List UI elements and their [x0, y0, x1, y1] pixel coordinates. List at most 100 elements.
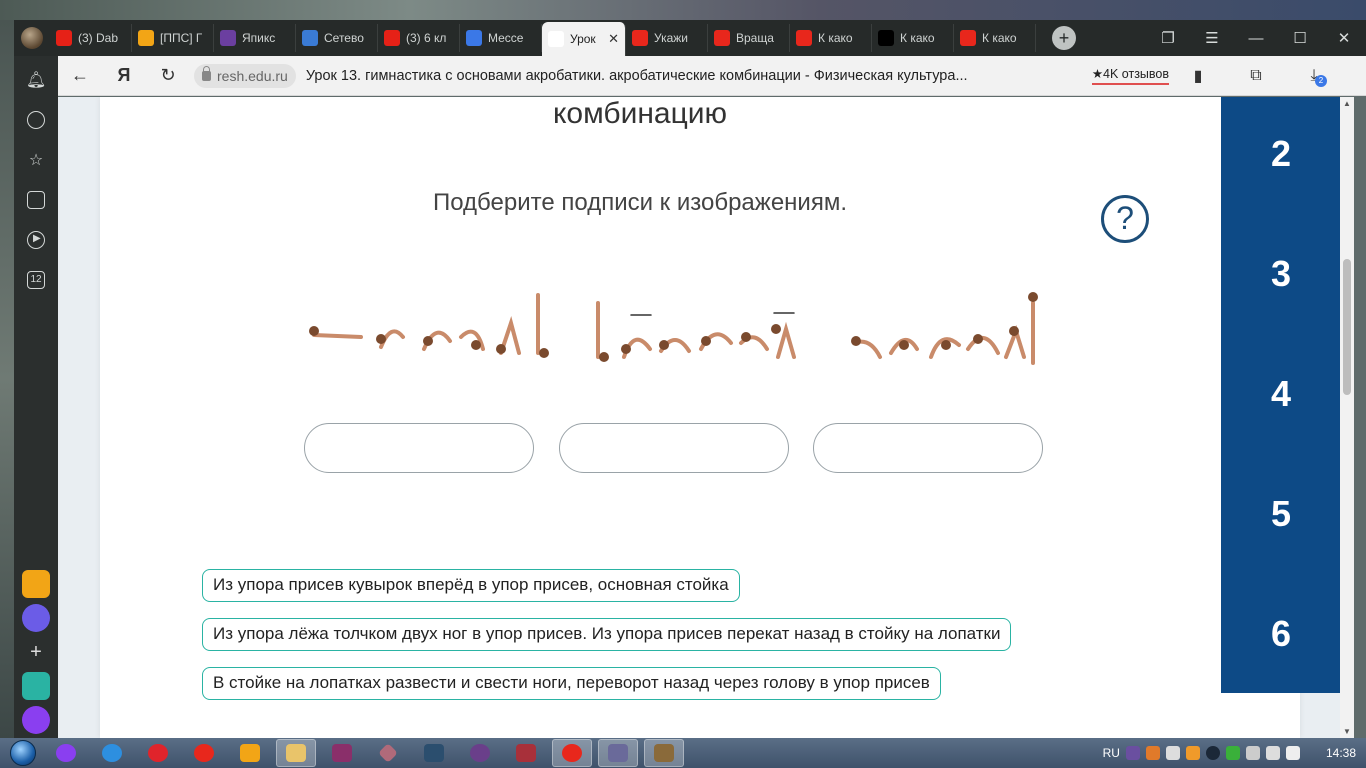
answer-chip[interactable]: Из упора лёжа толчком двух ног в упор пр… — [202, 618, 1012, 651]
history-icon[interactable] — [14, 100, 58, 140]
browser-tab[interactable]: Враща — [708, 24, 790, 52]
yandex-taskbar-icon[interactable] — [184, 739, 224, 767]
site-info-button[interactable]: resh.edu.ru — [194, 63, 296, 88]
answer-chip[interactable]: В стойке на лопатках развести и свести н… — [202, 667, 941, 700]
collections-icon[interactable]: ⧉ — [1227, 67, 1285, 85]
clock[interactable]: 14:38 — [1326, 746, 1356, 760]
browser-tab[interactable]: Укажи — [626, 24, 708, 52]
add-app-icon[interactable]: + — [22, 638, 50, 666]
help-button[interactable]: ? — [1101, 195, 1149, 243]
bookmark-icon[interactable]: ▮ — [1169, 66, 1227, 86]
action-center-icon[interactable] — [1285, 746, 1300, 760]
notifications-icon[interactable]: 🔔︎ — [14, 60, 58, 100]
browser-tab[interactable]: Сетево — [296, 24, 378, 52]
start-button[interactable] — [0, 738, 46, 768]
sequence-1 — [309, 293, 549, 358]
battery-icon[interactable] — [1245, 746, 1260, 760]
menu-icon[interactable]: ☰ — [1190, 29, 1234, 47]
system-tray: RU 14:38 — [1103, 746, 1366, 760]
collections-sidebar-icon[interactable] — [14, 180, 58, 220]
winrar-icon[interactable] — [322, 739, 362, 767]
game-launcher-icon[interactable] — [598, 739, 638, 767]
windows-logo-icon — [10, 740, 36, 766]
messenger-app-icon[interactable] — [22, 604, 50, 632]
task-number-3[interactable]: 3 — [1221, 253, 1341, 295]
page-title: Урок 13. гимнастика с основами акробатик… — [305, 67, 968, 84]
drop-zone-3[interactable] — [813, 423, 1043, 473]
drop-zone-2[interactable] — [559, 423, 789, 473]
language-indicator[interactable]: RU — [1103, 746, 1120, 760]
browser-tab[interactable]: К како — [872, 24, 954, 52]
tray-app-icon[interactable] — [1125, 746, 1140, 760]
maximize-button[interactable]: ☐ — [1278, 29, 1322, 47]
downloads-button[interactable]: ⤓ 2 — [1285, 67, 1343, 87]
tab-label: К како — [982, 31, 1017, 45]
answer-chip[interactable]: Из упора присев кувырок вперёд в упор пр… — [202, 569, 740, 602]
page-scrollbar[interactable]: ▲ ▼ — [1340, 97, 1354, 738]
reviews-badge[interactable]: ★4K отзывов — [1091, 66, 1170, 85]
archive-icon[interactable] — [506, 739, 546, 767]
minimize-button[interactable]: — — [1234, 30, 1278, 47]
tray-orange-icon[interactable] — [1185, 746, 1200, 760]
task-number-5[interactable]: 5 — [1221, 493, 1341, 535]
alice-app-icon[interactable] — [22, 706, 50, 734]
browser-tab[interactable]: Япикс — [214, 24, 296, 52]
sequence-3 — [851, 292, 1038, 365]
close-window-button[interactable]: ✕ — [1322, 29, 1366, 47]
signal-icon[interactable] — [1265, 746, 1280, 760]
favorites-icon[interactable]: ☆ — [14, 140, 58, 180]
tray-fire-icon[interactable] — [1145, 746, 1160, 760]
messenger-icon — [466, 30, 482, 46]
browser-tab[interactable]: (3) 6 кл — [378, 24, 460, 52]
drop-zone-1[interactable] — [304, 423, 534, 473]
bookmarks-icon[interactable]: ❐ — [1146, 29, 1190, 47]
steam-icon[interactable] — [1205, 746, 1220, 760]
media-player-icon[interactable] — [230, 739, 270, 767]
yandex-browser-taskbar-icon[interactable] — [552, 739, 592, 767]
scrollbar-thumb[interactable] — [1343, 259, 1351, 395]
browser-tab[interactable]: [ППС] Г — [132, 24, 214, 52]
downloads-badge: 2 — [1315, 74, 1328, 87]
yandex-home-icon[interactable]: Я — [102, 65, 146, 86]
desktop-background — [0, 0, 1366, 20]
desktop-background-left — [0, 20, 14, 738]
browser-tab-bar: (3) Dab [ППС] Г Япикс Сетево (3) 6 кл Мессе Ур… — [14, 20, 1366, 56]
tabs-count-icon[interactable]: 12 — [14, 260, 58, 300]
minecraft-icon[interactable] — [644, 739, 684, 767]
file-explorer-icon[interactable] — [276, 739, 316, 767]
back-button[interactable]: ← — [58, 65, 102, 86]
scroll-up-arrow[interactable]: ▲ — [1340, 99, 1354, 108]
url-domain: resh.edu.ru — [217, 67, 288, 84]
browser-tab[interactable]: К како — [790, 24, 872, 52]
exercise-instruction: Подберите подписи к изображениям. — [432, 189, 847, 216]
task-number-6[interactable]: 6 — [1221, 613, 1341, 655]
task-number-2[interactable]: 2 — [1221, 133, 1341, 175]
alice-taskbar-icon[interactable] — [46, 739, 86, 767]
url-field[interactable]: resh.edu.ru Урок 13. гимнастика с основа… — [194, 63, 1046, 88]
download-arrow-icon[interactable] — [1225, 746, 1240, 760]
game-icon[interactable] — [460, 739, 500, 767]
play-icon[interactable]: ▶ — [14, 220, 58, 260]
browser-tab[interactable]: (3) Dab — [50, 24, 132, 52]
close-tab-icon[interactable]: ✕ — [608, 31, 619, 47]
app-icon[interactable] — [368, 739, 408, 767]
browser-tab[interactable]: К како — [954, 24, 1036, 52]
browser-tab[interactable]: Урок ✕ — [542, 22, 626, 56]
new-tab-button[interactable]: + — [1052, 26, 1076, 50]
reload-button[interactable]: ↻ — [146, 65, 190, 86]
profile-button[interactable] — [14, 20, 50, 56]
mail-app-icon[interactable] — [22, 570, 50, 598]
pps-icon — [138, 30, 154, 46]
youtube-icon — [56, 30, 72, 46]
browser-tab[interactable]: Мессе — [460, 24, 542, 52]
opera-icon[interactable] — [138, 739, 178, 767]
volume-icon[interactable] — [1165, 746, 1180, 760]
maps-app-icon[interactable] — [22, 672, 50, 700]
internet-explorer-icon[interactable] — [92, 739, 132, 767]
scroll-down-arrow[interactable]: ▼ — [1340, 727, 1354, 736]
window-controls: ❐ ☰ — ☐ ✕ — [1146, 29, 1366, 48]
task-number-4[interactable]: 4 — [1221, 373, 1341, 415]
exercise-card: комбинацию Подберите подписи к изображен… — [100, 97, 1341, 738]
tools-icon[interactable] — [414, 739, 454, 767]
tab-label: Враща — [736, 31, 774, 45]
